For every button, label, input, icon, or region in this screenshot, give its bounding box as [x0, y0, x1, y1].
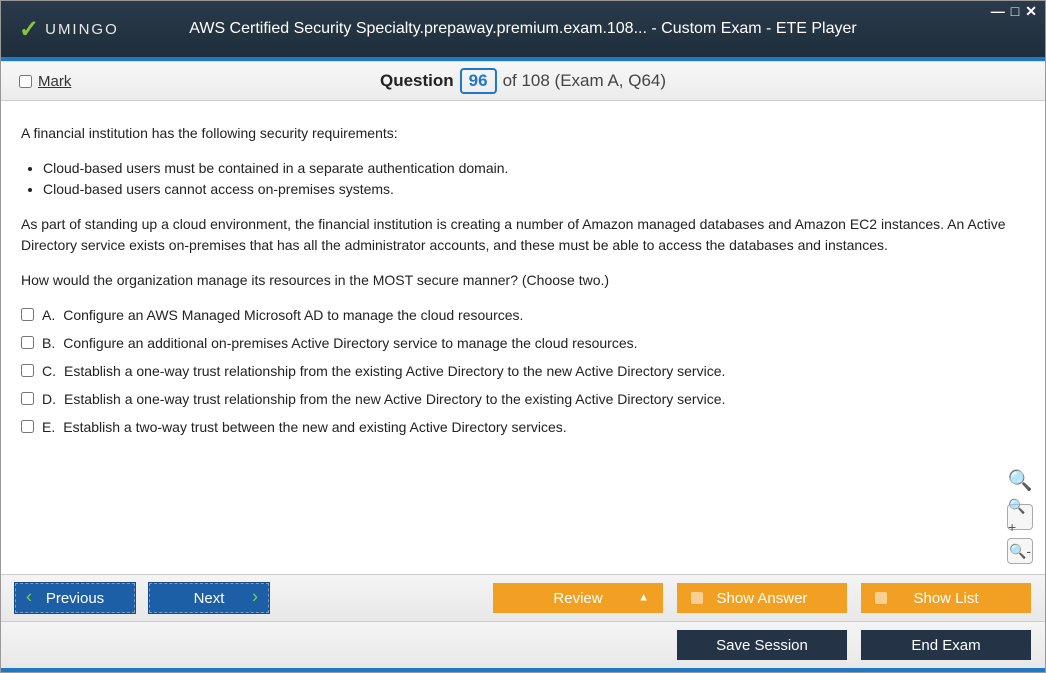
show-list-label: Show List	[913, 590, 978, 607]
checkmark-icon: ✓	[19, 15, 41, 44]
next-label: Next	[194, 590, 225, 607]
separator	[1, 668, 1045, 672]
zoom-out-button[interactable]: 🔍-	[1007, 538, 1033, 564]
mark-label[interactable]: Mark	[38, 73, 71, 90]
question-content: A financial institution has the followin…	[1, 101, 1045, 574]
titlebar: ✓ UMINGO AWS Certified Security Specialt…	[1, 1, 1045, 57]
choice-letter: D.	[42, 389, 56, 410]
close-icon[interactable]: ✕	[1025, 3, 1037, 20]
choice-e[interactable]: E. Establish a two-way trust between the…	[21, 417, 1025, 438]
choice-text: Establish a two-way trust between the ne…	[63, 417, 566, 438]
show-answer-label: Show Answer	[717, 590, 808, 607]
choice-checkbox[interactable]	[21, 336, 34, 349]
para2: As part of standing up a cloud environme…	[21, 214, 1025, 256]
maximize-icon[interactable]: □	[1011, 3, 1019, 20]
bullet-item: Cloud-based users cannot access on-premi…	[43, 179, 1025, 200]
show-list-button[interactable]: Show List	[861, 583, 1031, 613]
choice-b[interactable]: B. Configure an additional on-premises A…	[21, 333, 1025, 354]
review-button[interactable]: Review ▲	[493, 583, 663, 613]
previous-label: Previous	[46, 590, 104, 607]
choice-text: Configure an additional on-premises Acti…	[63, 333, 637, 354]
brand-text: UMINGO	[45, 21, 119, 38]
choice-letter: B.	[42, 333, 55, 354]
intro-text: A financial institution has the followin…	[21, 123, 1025, 144]
choice-a[interactable]: A. Configure an AWS Managed Microsoft AD…	[21, 305, 1025, 326]
question-header: Mark Question 96 of 108 (Exam A, Q64)	[1, 61, 1045, 101]
mark-checkbox-wrap[interactable]: Mark	[19, 73, 71, 90]
question-word: Question	[380, 71, 454, 91]
choice-checkbox[interactable]	[21, 308, 34, 321]
question-total: of 108 (Exam A, Q64)	[503, 71, 666, 91]
magnify-icon[interactable]: 🔍	[1008, 466, 1033, 496]
choice-checkbox[interactable]	[21, 392, 34, 405]
mark-checkbox[interactable]	[19, 75, 32, 88]
question-number: 96	[460, 68, 497, 94]
choices-list: A. Configure an AWS Managed Microsoft AD…	[21, 305, 1025, 438]
choice-c[interactable]: C. Establish a one-way trust relationshi…	[21, 361, 1025, 382]
square-icon	[691, 592, 703, 604]
square-icon	[875, 592, 887, 604]
choice-checkbox[interactable]	[21, 364, 34, 377]
zoom-controls: 🔍 🔍+ 🔍-	[1007, 466, 1033, 564]
chevron-right-icon: ›	[252, 586, 258, 607]
choice-text: Configure an AWS Managed Microsoft AD to…	[63, 305, 523, 326]
review-label: Review	[553, 590, 602, 607]
nav-bar: ‹ Previous Next › Review ▲ Show Answer S…	[1, 574, 1045, 621]
bullet-list: Cloud-based users must be contained in a…	[43, 158, 1025, 200]
choice-letter: E.	[42, 417, 55, 438]
session-bar: Save Session End Exam	[1, 621, 1045, 668]
choice-d[interactable]: D. Establish a one-way trust relationshi…	[21, 389, 1025, 410]
minimize-icon[interactable]: —	[991, 3, 1005, 20]
zoom-in-button[interactable]: 🔍+	[1007, 504, 1033, 530]
triangle-up-icon: ▲	[638, 591, 649, 603]
end-exam-button[interactable]: End Exam	[861, 630, 1031, 660]
window-controls: — □ ✕	[991, 3, 1037, 20]
para3: How would the organization manage its re…	[21, 270, 1025, 291]
choice-letter: C.	[42, 361, 56, 382]
save-session-button[interactable]: Save Session	[677, 630, 847, 660]
chevron-left-icon: ‹	[26, 586, 32, 607]
brand-logo: ✓ UMINGO	[19, 15, 119, 44]
bullet-item: Cloud-based users must be contained in a…	[43, 158, 1025, 179]
question-counter: Question 96 of 108 (Exam A, Q64)	[380, 68, 666, 94]
choice-letter: A.	[42, 305, 55, 326]
window-title: AWS Certified Security Specialty.prepawa…	[189, 20, 856, 38]
choice-text: Establish a one-way trust relationship f…	[64, 361, 725, 382]
choice-text: Establish a one-way trust relationship f…	[64, 389, 725, 410]
previous-button[interactable]: ‹ Previous	[15, 583, 135, 613]
next-button[interactable]: Next ›	[149, 583, 269, 613]
show-answer-button[interactable]: Show Answer	[677, 583, 847, 613]
choice-checkbox[interactable]	[21, 420, 34, 433]
